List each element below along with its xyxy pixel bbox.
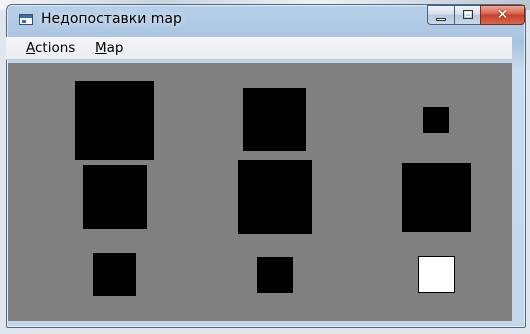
map-cell[interactable]: [93, 253, 136, 296]
map-cell[interactable]: [418, 256, 455, 293]
menu-actions-label: ctions: [35, 40, 76, 56]
window-title: Недопоставки map: [41, 11, 182, 27]
menu-map-label: ap: [106, 40, 124, 56]
menu-map[interactable]: Map: [95, 40, 124, 56]
map-cell[interactable]: [83, 165, 147, 229]
minimize-button[interactable]: [427, 5, 454, 25]
map-canvas[interactable]: [8, 63, 512, 321]
map-cell[interactable]: [423, 107, 449, 133]
close-button[interactable]: ✕: [480, 5, 525, 25]
menu-map-accel: M: [95, 40, 107, 56]
maximize-button[interactable]: [454, 5, 480, 25]
close-icon: ✕: [496, 7, 509, 23]
map-cell[interactable]: [75, 81, 154, 160]
map-cell[interactable]: [257, 257, 293, 293]
map-cell[interactable]: [243, 88, 306, 151]
menu-actions[interactable]: Actions: [26, 40, 75, 56]
maximize-icon: [463, 10, 473, 19]
minimize-icon: [436, 18, 446, 21]
menu-bar: Actions Map: [6, 37, 512, 60]
app-window-icon[interactable]: [19, 14, 33, 25]
caption-buttons: ✕: [427, 5, 525, 25]
map-cell[interactable]: [402, 163, 471, 232]
menu-actions-accel: A: [26, 40, 35, 56]
map-cell[interactable]: [238, 160, 312, 234]
